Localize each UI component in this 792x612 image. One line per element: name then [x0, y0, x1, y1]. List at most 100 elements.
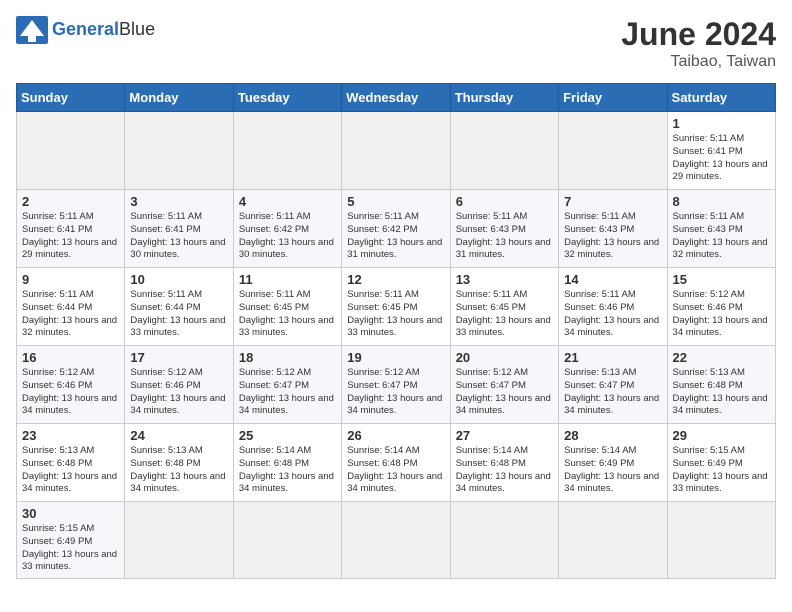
day-info: Sunrise: 5:11 AMSunset: 6:41 PMDaylight:… — [130, 211, 227, 262]
calendar-week-3: 16Sunrise: 5:12 AMSunset: 6:46 PMDayligh… — [17, 346, 776, 424]
day-number: 17 — [130, 350, 227, 365]
calendar-cell — [559, 502, 667, 579]
day-number: 23 — [22, 428, 119, 443]
day-info: Sunrise: 5:11 AMSunset: 6:45 PMDaylight:… — [239, 289, 336, 340]
calendar-cell: 22Sunrise: 5:13 AMSunset: 6:48 PMDayligh… — [667, 346, 775, 424]
calendar-cell: 27 Sunrise: 5:14 AMSunset: 6:48 PMDayligh… — [450, 424, 558, 502]
weekday-header-wednesday: Wednesday — [342, 84, 450, 112]
day-number: 4 — [239, 194, 336, 209]
calendar-cell — [17, 112, 125, 190]
day-info: Sunrise: 5:13 AMSunset: 6:48 PMDaylight:… — [22, 445, 119, 496]
calendar-cell — [233, 502, 341, 579]
day-number: 12 — [347, 272, 444, 287]
calendar-cell: 6 Sunrise: 5:11 AMSunset: 6:43 PMDaylight… — [450, 190, 558, 268]
day-number: 2 — [22, 194, 119, 209]
calendar-cell: 13Sunrise: 5:11 AMSunset: 6:45 PMDayligh… — [450, 268, 558, 346]
calendar-cell: 15 Sunrise: 5:12 AMSunset: 6:46 PMDayligh… — [667, 268, 775, 346]
weekday-header-thursday: Thursday — [450, 84, 558, 112]
calendar-cell: 8 Sunrise: 5:11 AMSunset: 6:43 PMDaylight… — [667, 190, 775, 268]
calendar-cell: 26Sunrise: 5:14 AMSunset: 6:48 PMDayligh… — [342, 424, 450, 502]
calendar-cell: 30 Sunrise: 5:15 AMSunset: 6:49 PMDayligh… — [17, 502, 125, 579]
day-info: Sunrise: 5:11 AMSunset: 6:42 PMDaylight:… — [347, 211, 444, 262]
day-info: Sunrise: 5:11 AMSunset: 6:46 PMDaylight:… — [564, 289, 661, 340]
calendar-cell: 18 Sunrise: 5:12 AMSunset: 6:47 PMDayligh… — [233, 346, 341, 424]
day-info: Sunrise: 5:11 AMSunset: 6:44 PMDaylight:… — [22, 289, 119, 340]
day-number: 8 — [673, 194, 770, 209]
calendar-cell: 29Sunrise: 5:15 AMSunset: 6:49 PMDayligh… — [667, 424, 775, 502]
calendar-week-4: 23 Sunrise: 5:13 AMSunset: 6:48 PMDayligh… — [17, 424, 776, 502]
day-number: 6 — [456, 194, 553, 209]
day-info: Sunrise: 5:11 AMSunset: 6:42 PMDaylight:… — [239, 211, 336, 262]
day-number: 7 — [564, 194, 661, 209]
day-info: Sunrise: 5:11 AMSunset: 6:43 PMDaylight:… — [673, 211, 770, 262]
calendar-cell — [125, 502, 233, 579]
day-info: Sunrise: 5:12 AMSunset: 6:46 PMDaylight:… — [130, 367, 227, 418]
calendar-cell: 1 Sunrise: 5:11 AMSunset: 6:41 PMDaylight… — [667, 112, 775, 190]
day-number: 18 — [239, 350, 336, 365]
day-info: Sunrise: 5:13 AMSunset: 6:48 PMDaylight:… — [130, 445, 227, 496]
calendar-cell: 28Sunrise: 5:14 AMSunset: 6:49 PMDayligh… — [559, 424, 667, 502]
day-number: 5 — [347, 194, 444, 209]
day-number: 9 — [22, 272, 119, 287]
day-number: 22 — [673, 350, 770, 365]
calendar-cell: 4 Sunrise: 5:11 AMSunset: 6:42 PMDaylight… — [233, 190, 341, 268]
calendar-cell: 9 Sunrise: 5:11 AMSunset: 6:44 PMDaylight… — [17, 268, 125, 346]
day-number: 3 — [130, 194, 227, 209]
calendar-cell: 19 Sunrise: 5:12 AMSunset: 6:47 PMDayligh… — [342, 346, 450, 424]
calendar-cell: 20 Sunrise: 5:12 AMSunset: 6:47 PMDayligh… — [450, 346, 558, 424]
calendar-cell: 2Sunrise: 5:11 AMSunset: 6:41 PMDaylight… — [17, 190, 125, 268]
weekday-header-sunday: Sunday — [17, 84, 125, 112]
day-number: 15 — [673, 272, 770, 287]
day-info: Sunrise: 5:12 AMSunset: 6:47 PMDaylight:… — [456, 367, 553, 418]
calendar-cell — [342, 502, 450, 579]
calendar-cell: 21 Sunrise: 5:13 AMSunset: 6:47 PMDayligh… — [559, 346, 667, 424]
calendar-cell: 10 Sunrise: 5:11 AMSunset: 6:44 PMDayligh… — [125, 268, 233, 346]
day-info: Sunrise: 5:11 AMSunset: 6:43 PMDaylight:… — [564, 211, 661, 262]
day-info: Sunrise: 5:14 AMSunset: 6:48 PMDaylight:… — [456, 445, 553, 496]
day-info: Sunrise: 5:12 AMSunset: 6:47 PMDaylight:… — [239, 367, 336, 418]
day-number: 20 — [456, 350, 553, 365]
calendar-week-5: 30 Sunrise: 5:15 AMSunset: 6:49 PMDayligh… — [17, 502, 776, 579]
calendar-cell — [450, 112, 558, 190]
day-number: 30 — [22, 506, 119, 521]
day-info: Sunrise: 5:11 AMSunset: 6:44 PMDaylight:… — [130, 289, 227, 340]
day-number: 14 — [564, 272, 661, 287]
page-header: GeneralBlue June 2024 Taibao, Taiwan — [16, 16, 776, 71]
logo-general: General — [52, 19, 119, 39]
calendar-cell: 7 Sunrise: 5:11 AMSunset: 6:43 PMDaylight… — [559, 190, 667, 268]
day-number: 19 — [347, 350, 444, 365]
calendar-cell: 11 Sunrise: 5:11 AMSunset: 6:45 PMDayligh… — [233, 268, 341, 346]
day-info: Sunrise: 5:15 AMSunset: 6:49 PMDaylight:… — [22, 523, 119, 574]
calendar-cell: 17 Sunrise: 5:12 AMSunset: 6:46 PMDayligh… — [125, 346, 233, 424]
logo-blue-text: Blue — [119, 19, 155, 39]
logo-icon — [16, 16, 48, 44]
day-info: Sunrise: 5:12 AMSunset: 6:47 PMDaylight:… — [347, 367, 444, 418]
day-info: Sunrise: 5:12 AMSunset: 6:46 PMDaylight:… — [22, 367, 119, 418]
day-number: 10 — [130, 272, 227, 287]
day-info: Sunrise: 5:15 AMSunset: 6:49 PMDaylight:… — [673, 445, 770, 496]
month-title: June 2024 — [621, 16, 776, 53]
calendar-cell: 12Sunrise: 5:11 AMSunset: 6:45 PMDayligh… — [342, 268, 450, 346]
calendar-week-1: 2 Sunrise: 5:11 AMSunset: 6:41 PMDaylight… — [17, 190, 776, 268]
calendar-cell: 24 Sunrise: 5:13 AMSunset: 6:48 PMDayligh… — [125, 424, 233, 502]
calendar-cell: 14 Sunrise: 5:11 AMSunset: 6:46 PMDayligh… — [559, 268, 667, 346]
day-number: 11 — [239, 272, 336, 287]
day-number: 1 — [673, 116, 770, 131]
calendar-cell — [667, 502, 775, 579]
day-number: 24 — [130, 428, 227, 443]
day-info: Sunrise: 5:13 AMSunset: 6:47 PMDaylight:… — [564, 367, 661, 418]
weekday-header-saturday: Saturday — [667, 84, 775, 112]
day-info: Sunrise: 5:11 AMSunset: 6:41 PMDaylight:… — [673, 133, 770, 184]
day-number: 25 — [239, 428, 336, 443]
day-number: 27 — [456, 428, 553, 443]
calendar-table: SundayMondayTuesdayWednesdayThursdayFrid… — [16, 83, 776, 579]
weekday-header-friday: Friday — [559, 84, 667, 112]
calendar-cell: 25Sunrise: 5:14 AMSunset: 6:48 PMDayligh… — [233, 424, 341, 502]
day-info: Sunrise: 5:12 AMSunset: 6:46 PMDaylight:… — [673, 289, 770, 340]
day-info: Sunrise: 5:11 AMSunset: 6:43 PMDaylight:… — [456, 211, 553, 262]
logo-text: GeneralBlue — [52, 20, 155, 40]
calendar-cell — [559, 112, 667, 190]
day-number: 21 — [564, 350, 661, 365]
day-info: Sunrise: 5:14 AMSunset: 6:49 PMDaylight:… — [564, 445, 661, 496]
calendar-cell — [342, 112, 450, 190]
